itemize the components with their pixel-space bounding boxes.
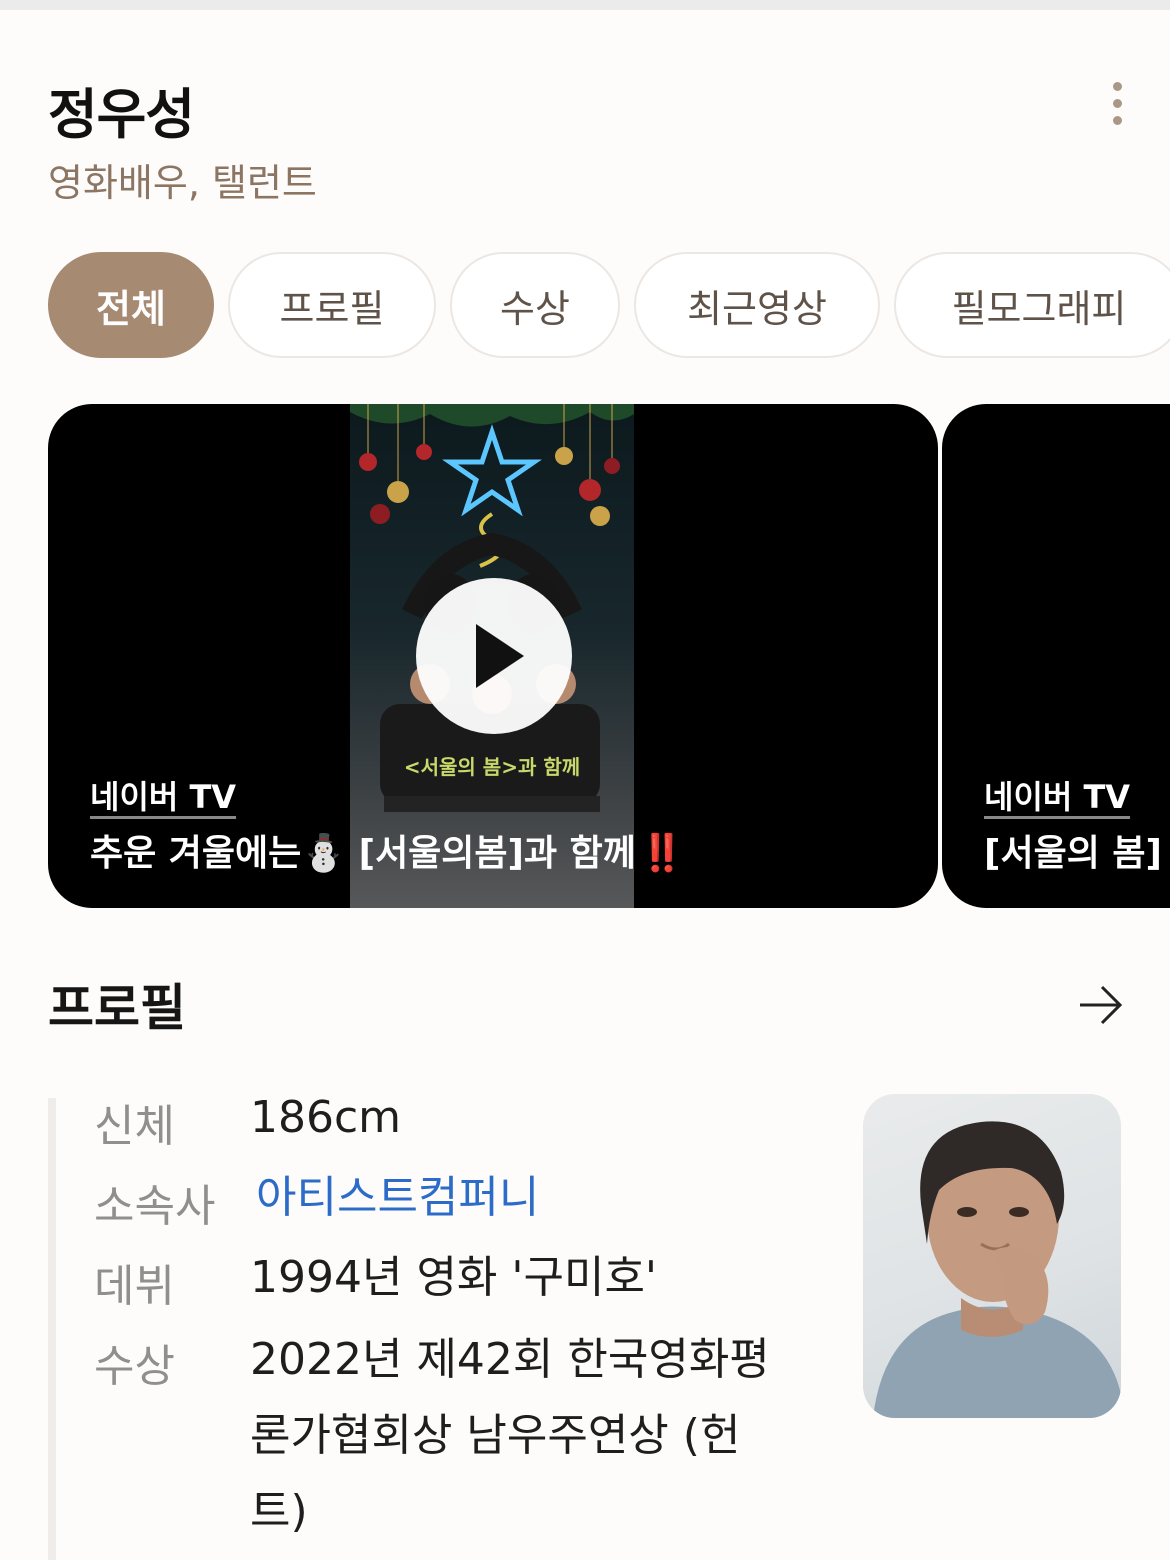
tab-recent-videos[interactable]: 최근영상: [634, 252, 880, 358]
thumbnail-caption: <서울의 봄>과 함께: [404, 755, 580, 779]
video-source[interactable]: 네이버 TV: [90, 772, 236, 818]
play-button[interactable]: [416, 578, 572, 734]
video-card[interactable]: <서울의 봄>과 함께 네이버 TV 추운 겨울에는⛄ [서울의봄]과 함께 ‼️: [48, 404, 938, 908]
person-name: 정우성: [48, 83, 195, 146]
agency-link[interactable]: 아티스트컴퍼니: [256, 1160, 539, 1236]
tab-all[interactable]: 전체: [48, 252, 214, 358]
double-exclamation-emoji: ‼️: [639, 833, 685, 874]
tab-awards[interactable]: 수상: [450, 252, 620, 358]
play-icon: [476, 624, 524, 688]
video-source[interactable]: 네이버 TV: [984, 772, 1130, 818]
video-title[interactable]: 추운 겨울에는⛄ [서울의봄]과 함께 ‼️: [90, 824, 685, 876]
video-card[interactable]: 네이버 TV [서울의 봄]: [942, 404, 1170, 908]
person-portrait: [873, 1121, 1121, 1418]
profile-label-height: 신체: [94, 1101, 175, 1152]
profile-accent-bar: [48, 1098, 56, 1560]
more-options-icon[interactable]: [1108, 82, 1126, 126]
profile-value-awards: 2022년 제42회 한국영화평 론가협회상 남우주연상 (헌 트): [250, 1334, 770, 1537]
arrow-right-icon[interactable]: [1078, 982, 1124, 1028]
video-title[interactable]: [서울의 봄]: [984, 824, 1162, 876]
tab-profile[interactable]: 프로필: [228, 252, 436, 358]
profile-value-height: 186cm: [250, 1092, 402, 1143]
profile-label-agency: 소속사: [94, 1181, 216, 1232]
tab-filmography[interactable]: 필모그래피: [894, 252, 1170, 358]
video-carousel[interactable]: <서울의 봄>과 함께 네이버 TV 추운 겨울에는⛄ [서울의봄]과 함께 ‼️…: [48, 404, 1170, 908]
profile-label-debut: 데뷔: [94, 1261, 175, 1312]
person-header: 정우성: [48, 70, 195, 149]
profile-label-awards: 수상: [94, 1341, 175, 1392]
tab-bar: 전체 프로필 수상 최근영상 필모그래피: [48, 252, 1170, 358]
profile-section-title: 프로필: [48, 979, 186, 1037]
person-occupation: 영화배우, 탤런트: [48, 161, 317, 205]
status-bar-strip: [0, 0, 1170, 10]
profile-value-debut: 1994년 영화 '구미호': [250, 1252, 658, 1303]
profile-photo[interactable]: [863, 1094, 1121, 1418]
